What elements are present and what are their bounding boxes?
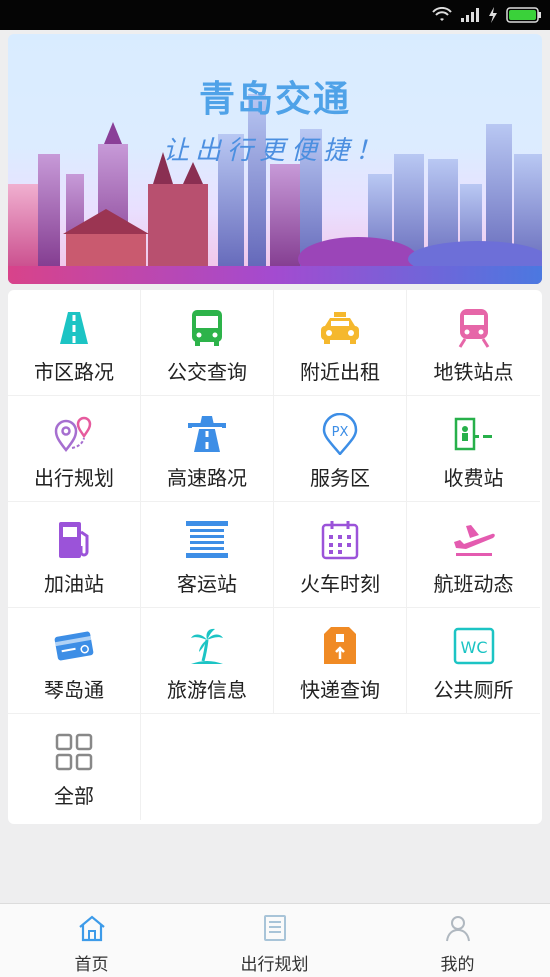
taxi-icon (321, 312, 359, 344)
grid-item-label: 高速路况 (167, 466, 247, 490)
banner-title: 青岛交通 (198, 79, 351, 120)
svg-text:WC: WC (460, 638, 487, 657)
battery-icon (506, 7, 541, 23)
signal-icon (461, 8, 479, 22)
grid-item-gas-station[interactable]: 加油站 (8, 502, 141, 608)
bottom-tab-bar: 首页 出行规划 我的 (0, 903, 550, 977)
grid-item-label: 加油站 (44, 572, 104, 596)
svg-text:PX: PX (332, 425, 349, 440)
toll-booth-icon (454, 417, 492, 451)
grid-item-label: 附近出租 (300, 360, 380, 384)
route-pins-icon (54, 416, 92, 453)
user-icon (445, 916, 470, 942)
grid-item-coach-station[interactable]: 客运站 (141, 502, 274, 608)
banner[interactable]: 青岛交通 让出行更便捷！ (8, 34, 542, 284)
grid-item-service-area[interactable]: PX 服务区 (274, 396, 407, 502)
grid-item-label: 航班动态 (433, 572, 514, 596)
road-icon (60, 312, 88, 344)
grid-item-label: 旅游信息 (167, 678, 247, 702)
tab-mine-label: 我的 (440, 955, 475, 975)
wifi-icon (432, 7, 452, 21)
grid-item-label: 琴岛通 (44, 678, 104, 702)
wc-icon: WC (453, 627, 494, 665)
subway-icon (458, 309, 489, 348)
grid-item-public-toilet[interactable]: WC 公共厕所 (407, 608, 540, 714)
bus-icon (192, 310, 222, 346)
home-icon (78, 915, 105, 942)
grid-item-label: 全部 (54, 784, 94, 808)
grid-item-city-traffic[interactable]: 市区路况 (8, 290, 141, 396)
grid-item-label: 公共厕所 (433, 678, 514, 702)
tab-trip-planning-label: 出行规划 (240, 955, 309, 975)
highway-icon (188, 416, 226, 452)
grid-item-trip-planning[interactable]: 出行规划 (8, 396, 141, 502)
grid-item-label: 火车时刻 (300, 572, 380, 596)
charging-icon (489, 7, 497, 23)
grid-item-flight-status[interactable]: 航班动态 (407, 502, 540, 608)
grid-item-bus-query[interactable]: 公交查询 (141, 290, 274, 396)
calendar-icon (321, 521, 359, 560)
grid-item-label: 市区路况 (34, 360, 114, 384)
banner-slogan: 让出行更便捷！ (162, 136, 387, 166)
grid-item-label: 地铁站点 (433, 360, 514, 384)
tab-mine[interactable]: 我的 (366, 904, 549, 977)
card-icon (54, 631, 94, 661)
grid-item-label: 服务区 (310, 466, 370, 490)
document-icon (263, 915, 286, 941)
grid-item-label: 快递查询 (300, 678, 380, 702)
fuel-pump-icon (59, 522, 89, 558)
package-icon (324, 627, 356, 664)
plane-icon (453, 525, 495, 556)
grid-item-label: 收费站 (443, 466, 504, 490)
tab-home-label: 首页 (74, 955, 109, 975)
coach-station-icon (186, 521, 228, 558)
grid-all-icon (55, 733, 93, 771)
tab-home[interactable]: 首页 (0, 904, 183, 977)
grid-item-subway-stations[interactable]: 地铁站点 (407, 290, 540, 396)
grid-item-label: 客运站 (177, 572, 237, 596)
grid-item-train-schedule[interactable]: 火车时刻 (274, 502, 407, 608)
palm-tree-icon (191, 628, 223, 664)
grid-item-nearby-taxi[interactable]: 附近出租 (274, 290, 407, 396)
grid-item-travel-info[interactable]: 旅游信息 (141, 608, 274, 714)
grid-item-label: 出行规划 (34, 466, 114, 490)
grid-item-all[interactable]: 全部 (8, 714, 141, 820)
grid-item-toll-station[interactable]: 收费站 (407, 396, 540, 502)
tab-trip-planning[interactable]: 出行规划 (183, 904, 366, 977)
function-grid: 市区路况 公交查询 附近出租 地铁站点 出行规划 高速路况 PX 服务区 收费站… (8, 290, 542, 824)
grid-item-qindao-card[interactable]: 琴岛通 (8, 608, 141, 714)
grid-item-label: 公交查询 (167, 360, 247, 384)
service-area-pin-icon: PX (322, 413, 358, 455)
status-bar (0, 0, 550, 30)
grid-item-express-query[interactable]: 快递查询 (274, 608, 407, 714)
grid-item-highway-traffic[interactable]: 高速路况 (141, 396, 274, 502)
